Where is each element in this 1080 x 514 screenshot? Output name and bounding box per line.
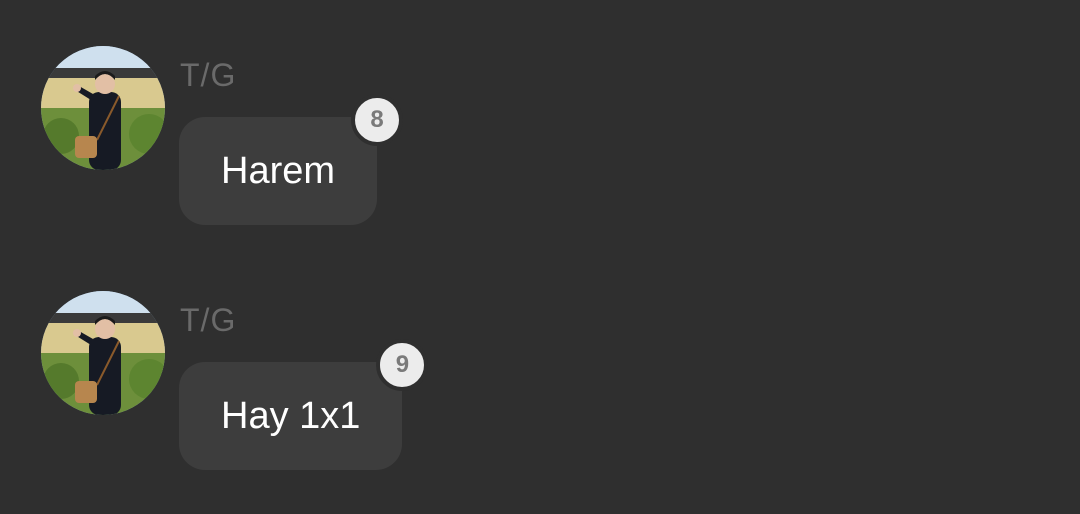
unread-count-badge: 8 (351, 94, 404, 146)
message-row: T/G Harem 8 (0, 46, 1080, 236)
message-text: Hay 1x1 (221, 395, 361, 437)
chat-thread: T/G Harem 8 T/G Hay 1x1 9 (0, 0, 1080, 514)
avatar[interactable] (41, 291, 165, 415)
message-text: Harem (221, 150, 336, 192)
unread-count-badge: 9 (376, 339, 429, 391)
avatar[interactable] (41, 46, 165, 170)
message-bubble[interactable]: Harem 8 (179, 94, 404, 225)
message-bubble[interactable]: Hay 1x1 9 (179, 339, 429, 470)
profile-photo-icon (41, 46, 165, 170)
message-row: T/G Hay 1x1 9 (0, 291, 1080, 481)
sender-name: T/G (180, 302, 237, 338)
profile-photo-icon (41, 291, 165, 415)
sender-name: T/G (180, 57, 237, 93)
